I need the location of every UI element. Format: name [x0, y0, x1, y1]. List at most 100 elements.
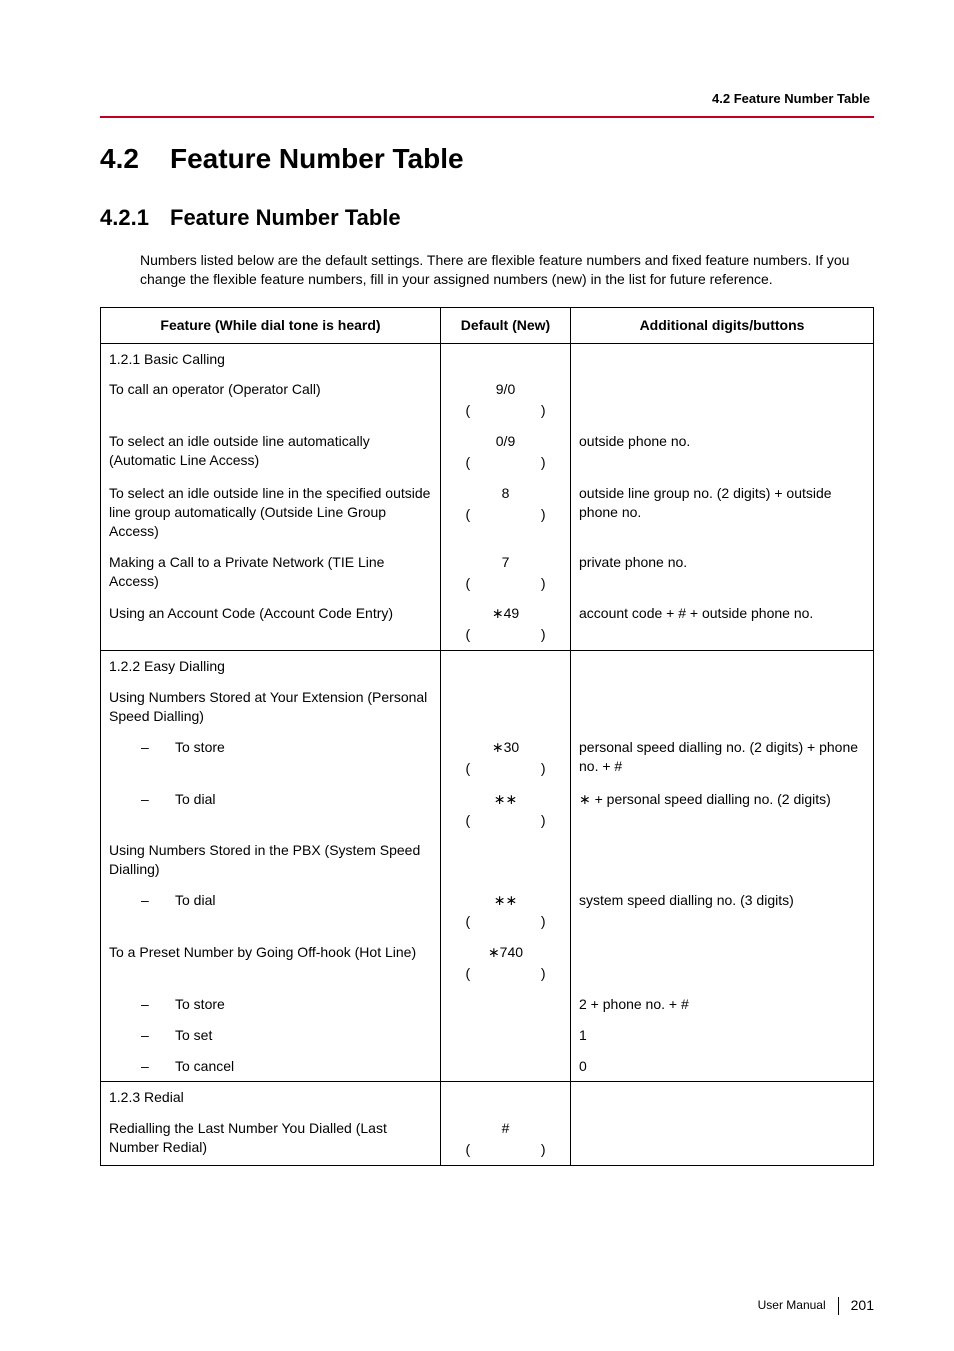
section-number: 4.2 — [100, 142, 170, 176]
page-footer: User Manual 201 — [758, 1296, 874, 1315]
table-row: Using Numbers Stored at Your Extension (… — [101, 682, 874, 732]
default-value: ∗∗ — [494, 891, 517, 910]
additional-cell — [571, 1082, 874, 1113]
group-heading-cell: 1.2.2 Easy Dialling — [101, 651, 441, 682]
additional-cell: outside line group no. (2 digits) + outs… — [571, 478, 874, 547]
list-dash: – — [141, 790, 175, 809]
default-value: # — [502, 1119, 510, 1138]
table-row: To select an idle outside line automatic… — [101, 426, 874, 478]
additional-cell: 1 — [571, 1020, 874, 1051]
table-body: 1.2.1 Basic CallingTo call an operator (… — [101, 343, 874, 1166]
feature-text: To cancel — [175, 1057, 432, 1076]
subsection-number: 4.2.1 — [100, 203, 170, 233]
default-value: 0/9 — [496, 432, 515, 451]
list-dash: – — [141, 1057, 175, 1076]
footer-separator — [838, 1297, 839, 1315]
subsection-title-text: Feature Number Table — [170, 205, 401, 230]
subsection-title: 4.2.1Feature Number Table — [100, 203, 874, 233]
th-default: Default (New) — [441, 307, 571, 343]
default-cell: ∗49 () — [441, 598, 571, 650]
additional-cell — [571, 835, 874, 885]
footer-label: User Manual — [758, 1297, 826, 1313]
table-row: Using an Account Code (Account Code Entr… — [101, 598, 874, 650]
feature-cell: Using Numbers Stored at Your Extension (… — [101, 682, 441, 732]
additional-cell — [571, 682, 874, 732]
section-title: 4.2Feature Number Table — [100, 142, 874, 176]
feature-cell: –To dial — [101, 885, 441, 937]
default-value: ∗49 — [492, 604, 519, 623]
feature-cell: To select an idle outside line in the sp… — [101, 478, 441, 547]
default-cell — [441, 1051, 571, 1082]
feature-text: To store — [175, 738, 432, 757]
feature-cell: Using an Account Code (Account Code Entr… — [101, 598, 441, 650]
group-heading-row: 1.2.1 Basic Calling — [101, 343, 874, 374]
default-cell: ∗30 () — [441, 732, 571, 784]
default-cell — [441, 682, 571, 732]
table-row: To select an idle outside line in the sp… — [101, 478, 874, 547]
header-rule — [100, 116, 874, 118]
additional-cell: personal speed dialling no. (2 digits) +… — [571, 732, 874, 784]
new-value-parens: () — [466, 625, 546, 644]
table-header-row: Feature (While dial tone is heard) Defau… — [101, 307, 874, 343]
default-value: ∗740 — [488, 943, 523, 962]
list-dash: – — [141, 1026, 175, 1045]
new-value-parens: () — [466, 453, 546, 472]
additional-cell: private phone no. — [571, 547, 874, 599]
table-row: To a Preset Number by Going Off-hook (Ho… — [101, 937, 874, 989]
group-heading-row: 1.2.3 Redial — [101, 1082, 874, 1113]
table-row: –To set 1 — [101, 1020, 874, 1051]
additional-cell — [571, 937, 874, 989]
running-header: 4.2 Feature Number Table — [100, 90, 870, 108]
footer-page-number: 201 — [851, 1296, 874, 1315]
feature-text: To store — [175, 995, 432, 1014]
list-dash: – — [141, 995, 175, 1014]
feature-text: To set — [175, 1026, 432, 1045]
new-value-parens: () — [466, 759, 546, 778]
new-value-parens: () — [466, 574, 546, 593]
feature-cell: To a Preset Number by Going Off-hook (Ho… — [101, 937, 441, 989]
default-cell: ∗∗ () — [441, 885, 571, 937]
list-dash: – — [141, 738, 175, 757]
default-value: 9/0 — [496, 380, 515, 399]
feature-cell: –To cancel — [101, 1051, 441, 1082]
default-value: ∗30 — [492, 738, 519, 757]
table-row: –To store 2 + phone no. + # — [101, 989, 874, 1020]
list-dash: – — [141, 891, 175, 910]
default-cell: 8 () — [441, 478, 571, 547]
default-value: ∗∗ — [494, 790, 517, 809]
new-value-parens: () — [466, 811, 546, 830]
feature-number-table: Feature (While dial tone is heard) Defau… — [100, 307, 874, 1167]
additional-cell: 0 — [571, 1051, 874, 1082]
th-feature: Feature (While dial tone is heard) — [101, 307, 441, 343]
table-row: –To dial∗∗()∗ + personal speed dialling … — [101, 784, 874, 836]
table-row: Using Numbers Stored in the PBX (System … — [101, 835, 874, 885]
default-cell: ∗∗ () — [441, 784, 571, 836]
default-cell — [441, 651, 571, 682]
default-cell — [441, 1020, 571, 1051]
table-row: –To store ∗30 () personal speed dialling no… — [101, 732, 874, 784]
additional-cell: 2 + phone no. + # — [571, 989, 874, 1020]
feature-cell: To select an idle outside line automatic… — [101, 426, 441, 478]
default-cell: 0/9 () — [441, 426, 571, 478]
additional-cell: outside phone no. — [571, 426, 874, 478]
new-value-parens: () — [466, 912, 546, 931]
default-cell: 9/0 () — [441, 374, 571, 426]
feature-cell: Redialling the Last Number You Dialled (… — [101, 1113, 441, 1165]
table-row: Redialling the Last Number You Dialled (… — [101, 1113, 874, 1165]
additional-cell: system speed dialling no. (3 digits) — [571, 885, 874, 937]
additional-cell — [571, 374, 874, 426]
new-value-parens: () — [466, 964, 546, 983]
additional-cell — [571, 651, 874, 682]
default-cell: 7() — [441, 547, 571, 599]
feature-cell: –To set — [101, 1020, 441, 1051]
new-value-parens: () — [466, 401, 546, 420]
default-value: 8 — [502, 484, 510, 503]
new-value-parens: () — [466, 1140, 546, 1159]
group-heading-cell: 1.2.1 Basic Calling — [101, 343, 441, 374]
section-title-text: Feature Number Table — [170, 143, 464, 174]
th-additional: Additional digits/buttons — [571, 307, 874, 343]
default-cell — [441, 343, 571, 374]
new-value-parens: () — [466, 505, 546, 524]
feature-cell: –To dial — [101, 784, 441, 836]
intro-paragraph: Numbers listed below are the default set… — [140, 251, 874, 289]
